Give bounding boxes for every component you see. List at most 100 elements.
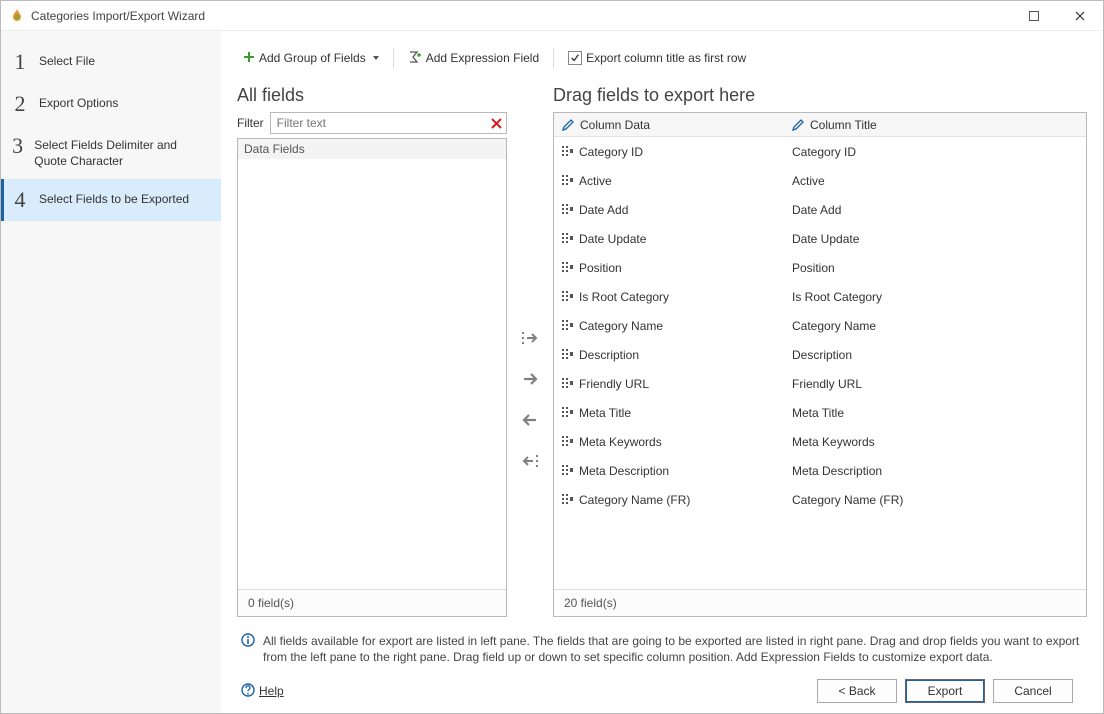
column-title-cell: Meta Keywords xyxy=(792,435,875,449)
field-icon xyxy=(562,233,573,244)
table-row[interactable]: Meta TitleMeta Title xyxy=(554,398,1086,427)
help-icon xyxy=(241,683,255,700)
info-text: All fields available for export are list… xyxy=(263,633,1083,665)
column-data-cell: Active xyxy=(579,174,612,188)
all-fields-list[interactable]: Data Fields 0 field(s) xyxy=(237,138,507,617)
field-icon xyxy=(562,204,573,215)
filter-box xyxy=(270,112,507,134)
window-title: Categories Import/Export Wizard xyxy=(31,9,205,23)
table-row[interactable]: Meta KeywordsMeta Keywords xyxy=(554,427,1086,456)
move-all-left-button[interactable] xyxy=(520,451,540,474)
close-button[interactable] xyxy=(1057,2,1103,30)
add-expression-field-button[interactable]: Add Expression Field xyxy=(402,48,545,69)
column-title-cell: Position xyxy=(792,261,835,275)
column-data-cell: Description xyxy=(579,348,639,362)
add-group-of-fields-button[interactable]: Add Group of Fields xyxy=(237,49,385,68)
column-data-cell: Friendly URL xyxy=(579,377,649,391)
column-title-cell: Active xyxy=(792,174,825,188)
field-icon xyxy=(562,494,573,505)
table-row[interactable]: Meta DescriptionMeta Description xyxy=(554,456,1086,485)
column-title-cell: Is Root Category xyxy=(792,290,882,304)
table-row[interactable]: Friendly URL Friendly URL xyxy=(554,369,1086,398)
column-data-cell: Category Name xyxy=(579,319,663,333)
export-fields-pane: Drag fields to export here Column Data C… xyxy=(553,85,1087,617)
all-fields-pane: All fields Filter Data Fields xyxy=(237,85,507,617)
step-3-label: Select Fields Delimiter and Quote Charac… xyxy=(34,135,207,169)
help-label: Help xyxy=(259,684,284,698)
step-4[interactable]: 4 Select Fields to be Exported xyxy=(1,179,221,221)
export-fields-count: 20 field(s) xyxy=(554,589,1086,616)
steps-sidebar: 1 Select File 2 Export Options 3 Select … xyxy=(1,31,221,713)
table-row[interactable]: Category IDCategory ID xyxy=(554,137,1086,166)
column-data-cell: Position xyxy=(579,261,622,275)
plus-icon xyxy=(243,51,255,66)
column-data-cell: Date Update xyxy=(579,232,646,246)
column-data-cell: Category Name (FR) xyxy=(579,493,690,507)
add-group-label: Add Group of Fields xyxy=(259,51,366,65)
export-title-checkbox[interactable]: Export column title as first row xyxy=(562,49,752,67)
table-row[interactable]: DescriptionDescription xyxy=(554,340,1086,369)
field-icon xyxy=(562,320,573,331)
table-row[interactable]: Is Root Category Is Root Category xyxy=(554,282,1086,311)
step-3[interactable]: 3 Select Fields Delimiter and Quote Char… xyxy=(1,125,221,179)
footer: Help < Back Export Cancel xyxy=(237,665,1087,703)
step-2[interactable]: 2 Export Options xyxy=(1,83,221,125)
column-title-cell: Category Name (FR) xyxy=(792,493,903,507)
field-icon xyxy=(562,465,573,476)
table-row[interactable]: Category Name Category Name xyxy=(554,311,1086,340)
column-title-cell: Category ID xyxy=(792,145,856,159)
maximize-button[interactable] xyxy=(1011,2,1057,30)
field-icon xyxy=(562,291,573,302)
column-title-header[interactable]: Column Title xyxy=(784,118,1086,132)
column-title-cell: Date Update xyxy=(792,232,859,246)
app-logo-icon xyxy=(9,8,25,24)
field-icon xyxy=(562,262,573,273)
move-left-button[interactable] xyxy=(520,410,540,433)
column-data-header[interactable]: Column Data xyxy=(554,118,784,132)
toolbar-separator xyxy=(393,48,394,68)
pencil-icon xyxy=(562,119,574,131)
caret-down-icon xyxy=(373,56,379,60)
cancel-button[interactable]: Cancel xyxy=(993,679,1073,703)
help-link[interactable]: Help xyxy=(241,683,284,700)
table-row[interactable]: Active Active xyxy=(554,166,1086,195)
table-row[interactable]: Category Name (FR) Category Name (FR) xyxy=(554,485,1086,514)
column-title-cell: Friendly URL xyxy=(792,377,862,391)
export-fields-title: Drag fields to export here xyxy=(553,85,1087,106)
column-data-cell: Is Root Category xyxy=(579,290,669,304)
step-1[interactable]: 1 Select File xyxy=(1,41,221,83)
pencil-icon xyxy=(792,119,804,131)
move-all-right-button[interactable] xyxy=(520,328,540,351)
data-fields-group: Data Fields xyxy=(238,139,506,159)
toolbar: Add Group of Fields Add Expression Field… xyxy=(237,45,1087,71)
transfer-buttons xyxy=(507,85,553,617)
grid-body[interactable]: Category IDCategory ID Active Active Date A… xyxy=(554,137,1086,589)
table-row[interactable]: Position Position xyxy=(554,253,1086,282)
step-2-label: Export Options xyxy=(39,93,118,111)
export-title-label: Export column title as first row xyxy=(586,51,746,65)
wizard-window: Categories Import/Export Wizard 1 Select… xyxy=(0,0,1104,714)
column-title-cell: Category Name xyxy=(792,319,876,333)
column-data-cell: Meta Title xyxy=(579,406,631,420)
filter-input[interactable] xyxy=(271,116,486,130)
column-data-cell: Meta Description xyxy=(579,464,669,478)
step-1-label: Select File xyxy=(39,51,95,69)
table-row[interactable]: Date Update Date Update xyxy=(554,224,1086,253)
clear-filter-button[interactable] xyxy=(486,118,506,129)
field-icon xyxy=(562,175,573,186)
move-right-button[interactable] xyxy=(520,369,540,392)
info-icon xyxy=(241,633,255,665)
export-button[interactable]: Export xyxy=(905,679,985,703)
export-fields-grid: Column Data Column Title Category IDCate… xyxy=(553,112,1087,617)
field-icon xyxy=(562,436,573,447)
table-row[interactable]: Date AddDate Add xyxy=(554,195,1086,224)
column-title-cell: Date Add xyxy=(792,203,841,217)
info-row: All fields available for export are list… xyxy=(241,633,1083,665)
checkbox-icon xyxy=(568,51,582,65)
toolbar-separator-2 xyxy=(553,48,554,68)
field-icon xyxy=(562,146,573,157)
back-button[interactable]: < Back xyxy=(817,679,897,703)
field-icon xyxy=(562,407,573,418)
field-icon xyxy=(562,349,573,360)
step-4-label: Select Fields to be Exported xyxy=(39,189,189,207)
